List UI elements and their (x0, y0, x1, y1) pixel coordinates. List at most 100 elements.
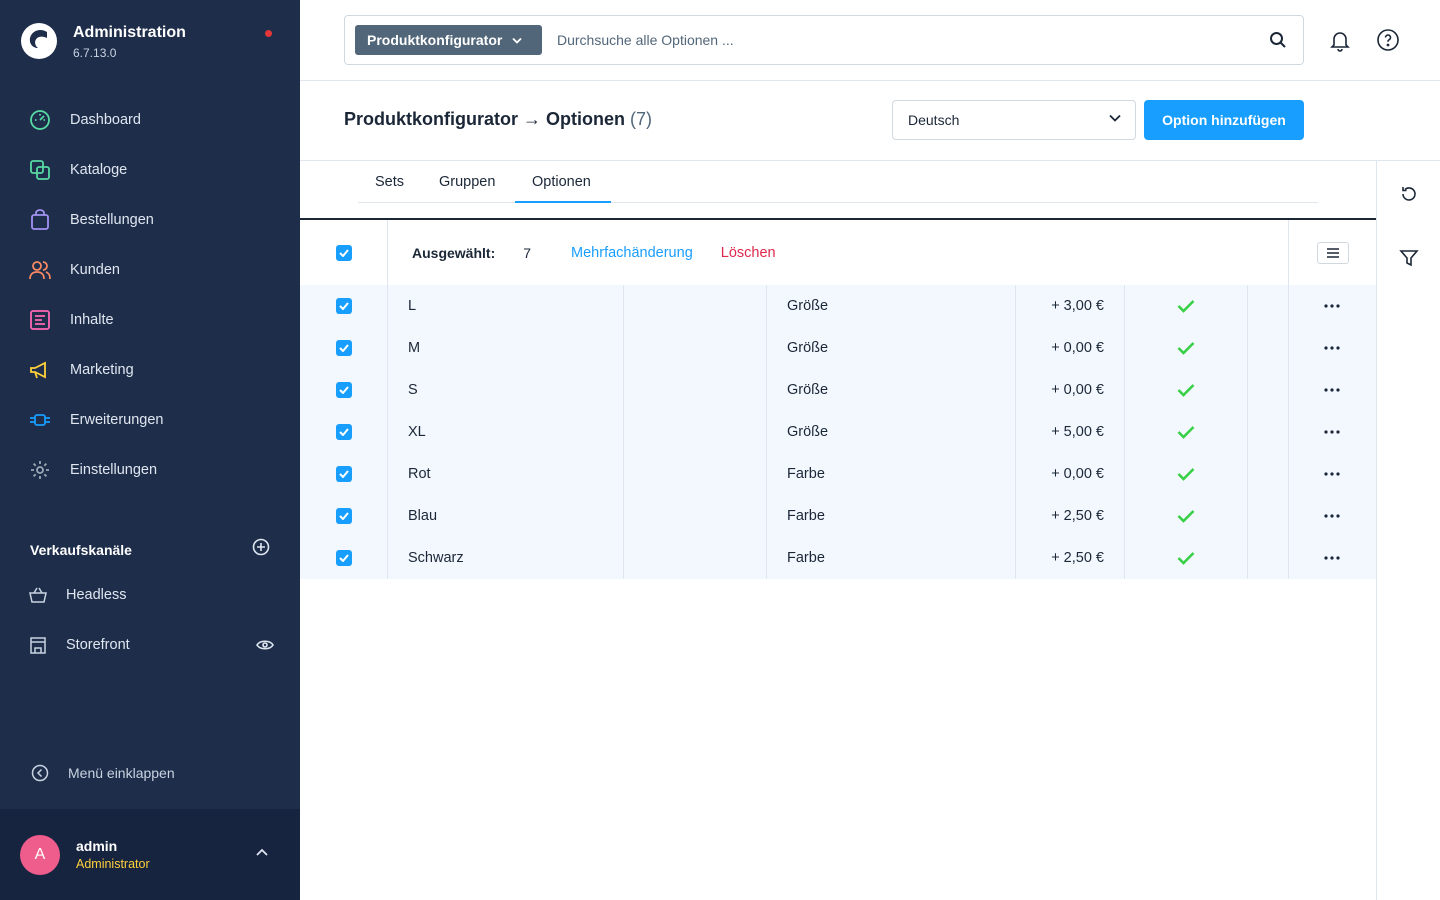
option-price: + 2,50 € (1051, 508, 1104, 524)
active-status (1125, 285, 1247, 327)
sales-channel-label: Headless (66, 587, 127, 603)
notification-dot (265, 30, 272, 37)
table-row[interactable]: M Größe + 0,00 € (300, 327, 1376, 369)
more-actions-icon[interactable] (1324, 430, 1340, 434)
select-all-checkbox[interactable] (335, 244, 352, 261)
collapse-menu-button[interactable]: Menü einklappen (31, 764, 175, 782)
user-bar[interactable]: A admin Administrator (0, 809, 300, 900)
option-rows: L Größe + 3,00 € M Größe + 0,00 € S Größe + 0,00… (300, 285, 1376, 579)
checkmark-icon (1177, 552, 1195, 565)
option-name[interactable]: XL (408, 411, 426, 453)
nav-item-catalogs[interactable]: Kataloge (0, 145, 300, 195)
settings-icon (29, 459, 51, 481)
more-actions-icon[interactable] (1324, 388, 1340, 392)
storefront-icon (29, 636, 47, 654)
option-name[interactable]: Blau (408, 495, 437, 537)
option-group: Farbe (787, 466, 825, 482)
table-row[interactable]: S Größe + 0,00 € (300, 369, 1376, 411)
more-actions-icon[interactable] (1324, 304, 1340, 308)
tab-groups[interactable]: Gruppen (439, 174, 495, 190)
user-name: admin (76, 838, 118, 854)
row-checkbox[interactable] (336, 340, 352, 356)
row-actions-cell (1288, 327, 1376, 369)
option-name[interactable]: S (408, 369, 418, 411)
more-actions-icon[interactable] (1324, 556, 1340, 560)
option-group: Größe (787, 340, 829, 356)
chevron-up-icon[interactable] (255, 847, 269, 857)
marketing-icon (29, 359, 51, 381)
row-checkbox[interactable] (336, 382, 352, 398)
nav-label: Bestellungen (70, 212, 154, 228)
more-actions-icon[interactable] (1324, 514, 1340, 518)
checkmark-icon (1177, 426, 1195, 439)
search-type-selector[interactable]: Produktkonfigurator (355, 25, 542, 55)
smart-bar: Produktkonfigurator → Optionen (7) Deuts… (300, 81, 1440, 161)
customers-icon (29, 259, 51, 281)
add-option-button[interactable]: Option hinzufügen (1144, 100, 1304, 140)
row-checkbox[interactable] (336, 466, 352, 482)
row-checkbox[interactable] (336, 508, 352, 524)
page-title-count: (7) (630, 109, 653, 129)
nav-label: Kunden (70, 262, 120, 278)
nav-label: Kataloge (70, 162, 128, 178)
row-actions-cell (1288, 369, 1376, 411)
nav-item-dashboard[interactable]: Dashboard (0, 95, 300, 145)
option-name[interactable]: L (408, 285, 416, 327)
grid-settings-button[interactable] (1316, 241, 1349, 264)
refresh-icon[interactable] (1399, 184, 1419, 204)
table-row[interactable]: Schwarz Farbe + 2,50 € (300, 537, 1376, 579)
search-icon[interactable] (1269, 31, 1287, 49)
more-actions-icon[interactable] (1324, 346, 1340, 350)
chevron-left-circle-icon (31, 764, 49, 782)
bulk-delete-link[interactable]: Löschen (721, 245, 776, 261)
table-row[interactable]: Rot Farbe + 0,00 € (300, 453, 1376, 495)
brand[interactable]: Administration 6.7.13.0 (20, 22, 186, 60)
shopware-logo-icon (21, 23, 57, 59)
search-type-label: Produktkonfigurator (367, 32, 503, 48)
row-checkbox[interactable] (336, 424, 352, 440)
tab-sets[interactable]: Sets (375, 174, 404, 190)
active-tab-indicator (515, 201, 611, 203)
active-status (1125, 537, 1247, 579)
eye-icon[interactable] (256, 639, 274, 651)
add-sales-channel-icon[interactable] (252, 538, 270, 561)
table-row[interactable]: L Größe + 3,00 € (300, 285, 1376, 327)
nav-item-extensions[interactable]: Erweiterungen (0, 395, 300, 445)
table-row[interactable]: Blau Farbe + 2,50 € (300, 495, 1376, 537)
filter-icon[interactable] (1399, 248, 1419, 268)
sales-channel-headless[interactable]: Headless (29, 580, 274, 610)
language-select[interactable]: Deutsch (892, 100, 1136, 140)
nav-item-orders[interactable]: Bestellungen (0, 195, 300, 245)
row-select-cell (300, 411, 388, 453)
row-checkbox[interactable] (336, 298, 352, 314)
nav-item-marketing[interactable]: Marketing (0, 345, 300, 395)
row-select-cell (300, 537, 388, 579)
nav-label: Dashboard (70, 112, 141, 128)
sales-channel-storefront[interactable]: Storefront (29, 630, 274, 660)
row-actions-cell (1288, 537, 1376, 579)
main-content: Sets Gruppen Optionen Ausgewählt: 7 Mehr… (300, 161, 1376, 900)
nav-item-customers[interactable]: Kunden (0, 245, 300, 295)
row-checkbox[interactable] (336, 550, 352, 566)
nav-item-settings[interactable]: Einstellungen (0, 445, 300, 495)
basket-icon (29, 587, 47, 603)
column-divider (387, 285, 388, 579)
table-row[interactable]: XL Größe + 5,00 € (300, 411, 1376, 453)
option-price: + 2,50 € (1051, 550, 1104, 566)
row-actions-cell (1288, 495, 1376, 537)
option-name[interactable]: Rot (408, 453, 431, 495)
tab-options[interactable]: Optionen (532, 174, 591, 190)
option-name[interactable]: Schwarz (408, 537, 464, 579)
column-divider (766, 285, 767, 579)
bell-icon[interactable] (1328, 28, 1352, 52)
option-name[interactable]: M (408, 327, 420, 369)
bulk-edit-link[interactable]: Mehrfachänderung (571, 245, 693, 261)
row-select-cell (300, 495, 388, 537)
more-actions-icon[interactable] (1324, 472, 1340, 476)
help-icon[interactable] (1376, 28, 1400, 52)
row-select-cell (300, 285, 388, 327)
search-input[interactable] (557, 32, 1247, 48)
language-select-value: Deutsch (908, 112, 960, 128)
option-price: + 0,00 € (1051, 466, 1104, 482)
nav-item-content[interactable]: Inhalte (0, 295, 300, 345)
